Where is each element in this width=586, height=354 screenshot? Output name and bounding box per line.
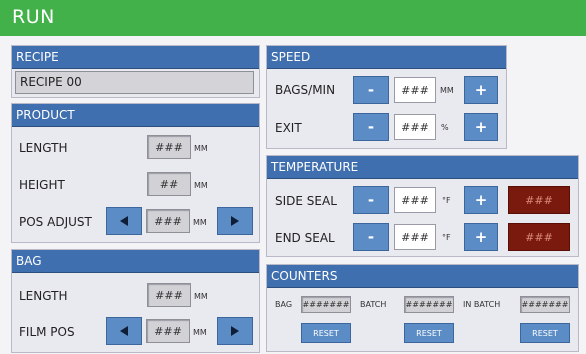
- arrow-left-icon: [120, 326, 128, 336]
- in-batch-counter-readout: #######: [520, 296, 570, 313]
- end-seal-setpoint-field[interactable]: ###: [394, 224, 436, 250]
- bag-counter-readout: #######: [301, 296, 351, 313]
- exit-field[interactable]: ###: [394, 114, 436, 140]
- pos-adjust-label: POS ADJUST: [19, 215, 92, 229]
- film-pos-right-button[interactable]: [217, 317, 253, 345]
- product-height-label: HEIGHT: [19, 178, 65, 192]
- end-seal-plus-button[interactable]: +: [464, 223, 498, 251]
- side-seal-label: SIDE SEAL: [275, 194, 337, 208]
- exit-label: EXIT: [275, 121, 302, 135]
- end-seal-actual-readout: ###: [508, 223, 570, 251]
- pos-adjust-left-button[interactable]: [106, 207, 142, 235]
- end-seal-minus-button[interactable]: -: [353, 223, 389, 251]
- batch-counter-label: BATCH: [360, 300, 387, 309]
- bags-min-label: BAGS/MIN: [275, 83, 336, 97]
- product-length-label: LENGTH: [19, 141, 68, 155]
- arrow-left-icon: [120, 216, 128, 226]
- bags-min-minus-button[interactable]: -: [353, 76, 389, 104]
- batch-counter-readout: #######: [404, 296, 454, 313]
- bag-panel: BAG LENGTH ### MM FILM POS ### MM: [11, 249, 260, 353]
- recipe-header: RECIPE: [12, 46, 259, 69]
- temperature-header: TEMPERATURE: [267, 156, 578, 179]
- film-pos-unit: MM: [193, 328, 207, 337]
- speed-header: SPEED: [267, 46, 506, 69]
- side-seal-unit: °F: [442, 196, 451, 205]
- film-pos-field[interactable]: ###: [146, 319, 190, 343]
- counters-panel: COUNTERS BAG ####### BATCH ####### IN BA…: [266, 264, 579, 352]
- bag-length-field[interactable]: ###: [147, 283, 191, 307]
- product-panel: PRODUCT LENGTH ### MM HEIGHT ## MM POS A…: [11, 103, 260, 243]
- film-pos-left-button[interactable]: [106, 317, 142, 345]
- arrow-right-icon: [231, 216, 239, 226]
- film-pos-label: FILM POS: [19, 325, 75, 339]
- pos-adjust-unit: MM: [193, 218, 207, 227]
- arrow-right-icon: [231, 326, 239, 336]
- product-header: PRODUCT: [12, 104, 259, 127]
- bag-length-label: LENGTH: [19, 289, 68, 303]
- screen-title: RUN: [12, 6, 55, 28]
- side-seal-minus-button[interactable]: -: [353, 186, 389, 214]
- bags-min-plus-button[interactable]: +: [464, 76, 498, 104]
- side-seal-actual-readout: ###: [508, 186, 570, 214]
- exit-unit: %: [441, 123, 449, 132]
- end-seal-unit: °F: [442, 233, 451, 242]
- recipe-panel: RECIPE RECIPE 00: [11, 45, 260, 98]
- bags-min-unit: MM: [440, 86, 454, 95]
- exit-minus-button[interactable]: -: [353, 113, 389, 141]
- reset-in-batch-counter-button[interactable]: RESET: [520, 323, 570, 343]
- side-seal-setpoint-field[interactable]: ###: [394, 187, 436, 213]
- product-height-field[interactable]: ##: [147, 172, 191, 196]
- product-length-field[interactable]: ###: [147, 135, 191, 159]
- speed-panel: SPEED BAGS/MIN - ### MM + EXIT - ### % +: [266, 45, 507, 149]
- pos-adjust-right-button[interactable]: [217, 207, 253, 235]
- counters-header: COUNTERS: [267, 265, 578, 288]
- product-height-unit: MM: [194, 181, 208, 190]
- pos-adjust-field[interactable]: ###: [146, 209, 190, 233]
- bag-header: BAG: [12, 250, 259, 273]
- title-bar: RUN: [0, 0, 586, 36]
- exit-plus-button[interactable]: +: [464, 113, 498, 141]
- reset-batch-counter-button[interactable]: RESET: [404, 323, 454, 343]
- bag-length-unit: MM: [194, 292, 208, 301]
- product-length-unit: MM: [194, 144, 208, 153]
- bag-counter-label: BAG: [275, 300, 293, 309]
- in-batch-counter-label: IN BATCH: [463, 300, 501, 309]
- reset-bag-counter-button[interactable]: RESET: [301, 323, 351, 343]
- temperature-panel: TEMPERATURE SIDE SEAL - ### °F + ### END…: [266, 155, 579, 257]
- side-seal-plus-button[interactable]: +: [464, 186, 498, 214]
- recipe-select-field[interactable]: RECIPE 00: [15, 71, 254, 94]
- bags-min-field[interactable]: ###: [394, 77, 436, 103]
- end-seal-label: END SEAL: [275, 231, 335, 245]
